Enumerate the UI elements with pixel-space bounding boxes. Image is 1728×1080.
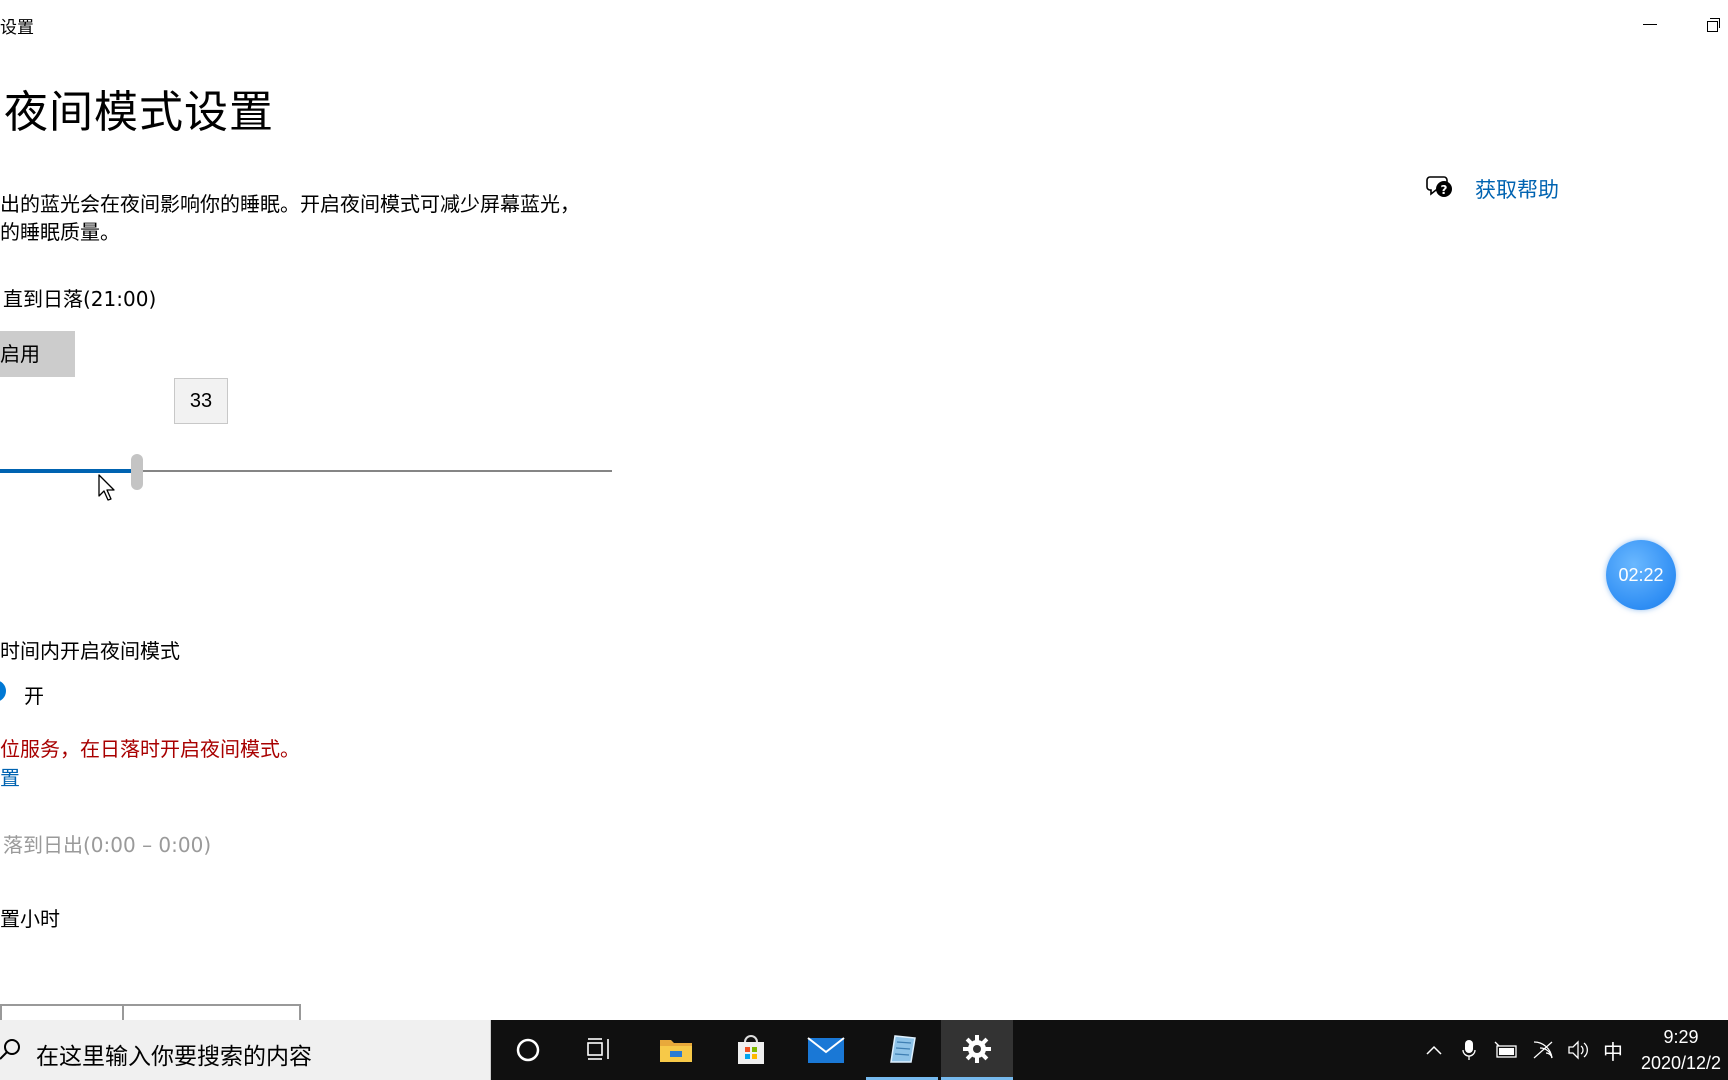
- file-explorer-button[interactable]: [640, 1020, 712, 1080]
- file-explorer-icon: [660, 1040, 692, 1062]
- minimize-icon: [1643, 23, 1657, 25]
- get-help-icon[interactable]: ?: [1426, 174, 1454, 200]
- sunset-to-sunrise-option[interactable]: 落到日出(0:00 – 0:00): [3, 829, 211, 858]
- microphone-tray[interactable]: [1456, 1020, 1482, 1080]
- notepad-icon: [890, 1034, 916, 1063]
- cortana-button[interactable]: [492, 1020, 564, 1080]
- wifi-icon: [1533, 1041, 1553, 1059]
- taskbar-clock[interactable]: 9:29 2020/12/2: [1634, 1024, 1728, 1076]
- settings-button[interactable]: [941, 1020, 1013, 1080]
- notepad-button[interactable]: [866, 1020, 938, 1080]
- task-view-button[interactable]: [564, 1020, 636, 1080]
- task-view-icon: [587, 1038, 609, 1060]
- battery-icon: [1494, 1041, 1517, 1058]
- location-settings-link[interactable]: 置: [0, 762, 20, 791]
- enable-now-button[interactable]: 启用: [0, 331, 75, 377]
- volume-icon: [1568, 1040, 1588, 1060]
- slider-thumb[interactable]: [130, 454, 143, 490]
- page-title: 夜间模式设置: [4, 87, 274, 138]
- schedule-toggle-label: 开: [24, 684, 44, 708]
- description-line-2: 的睡眠质量。: [0, 220, 120, 244]
- recording-timer[interactable]: 02:22: [1606, 540, 1676, 610]
- strength-slider[interactable]: [0, 452, 612, 492]
- ime-indicator[interactable]: 中: [1600, 1020, 1626, 1080]
- clock-date: 2020/12/2: [1640, 1053, 1722, 1073]
- network-tray[interactable]: [1528, 1020, 1558, 1080]
- search-placeholder: 在这里输入你要搜索的内容: [36, 1044, 312, 1070]
- show-hidden-icons-button[interactable]: [1420, 1020, 1448, 1080]
- location-warning: 位服务，在日落时开启夜间模式。: [0, 737, 300, 761]
- slider-fill: [0, 469, 137, 473]
- volume-tray[interactable]: [1564, 1020, 1594, 1080]
- description-line-1: 出的蓝光会在夜间影响你的睡眠。开启夜间模式可减少屏幕蓝光，: [0, 192, 580, 216]
- clock-time: 9:29: [1663, 1027, 1699, 1047]
- cortana-icon: [516, 1038, 540, 1062]
- settings-icon: [963, 1034, 991, 1063]
- mail-icon: [807, 1037, 845, 1063]
- set-hours-option[interactable]: 置小时: [0, 903, 60, 932]
- minimize-button[interactable]: [1628, 0, 1672, 48]
- search-icon: [0, 1039, 20, 1060]
- mouse-cursor-icon: [98, 474, 115, 501]
- store-icon: [738, 1035, 764, 1064]
- window-title: 设置: [0, 18, 34, 38]
- chevron-up-icon: [1426, 1045, 1442, 1055]
- mail-button[interactable]: [790, 1020, 862, 1080]
- svg-text:?: ?: [1441, 183, 1448, 197]
- battery-tray[interactable]: [1490, 1020, 1522, 1080]
- night-light-status: 直到日落(21:00): [3, 287, 157, 311]
- get-help-link[interactable]: 获取帮助: [1475, 174, 1559, 204]
- maximize-button[interactable]: [1697, 0, 1728, 48]
- microphone-icon: [1462, 1040, 1476, 1060]
- store-button[interactable]: [715, 1020, 787, 1080]
- schedule-label: 时间内开启夜间模式: [0, 639, 180, 663]
- restore-icon: [1706, 18, 1720, 32]
- page-description: 出的蓝光会在夜间影响你的睡眠。开启夜间模式可减少屏幕蓝光， 的睡眠质量。: [0, 190, 580, 246]
- schedule-toggle[interactable]: [0, 680, 6, 702]
- strength-tooltip: 33: [174, 378, 228, 424]
